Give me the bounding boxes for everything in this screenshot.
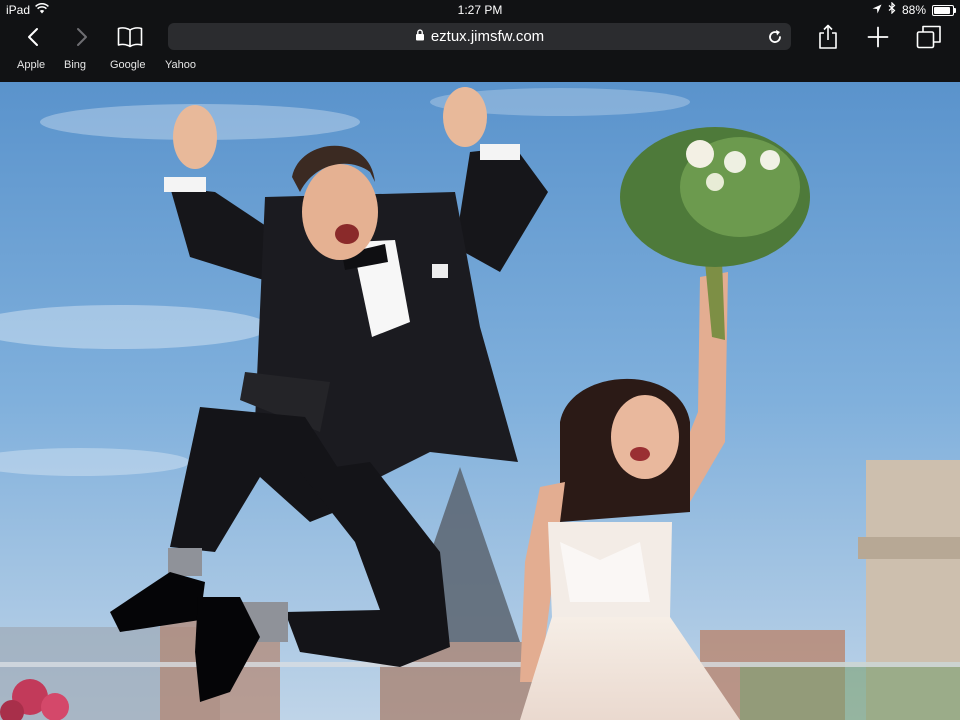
battery-icon <box>932 4 956 16</box>
battery-percent: 88% <box>901 3 926 17</box>
forward-icon[interactable] <box>66 22 98 52</box>
url-text: eztux.jimsfw.com <box>430 28 545 45</box>
back-icon[interactable] <box>17 22 49 52</box>
battery-fill <box>934 6 950 14</box>
status-bar: iPad 1:27 PM 88% <box>0 0 960 20</box>
bluetooth-icon <box>888 0 896 20</box>
share-icon[interactable] <box>812 22 844 52</box>
browser-chrome: iPad 1:27 PM 88% eztux.jimsfw.com Apple … <box>0 0 960 82</box>
location-arrow-icon <box>872 0 882 20</box>
address-bar[interactable]: eztux.jimsfw.com <box>168 23 791 50</box>
bookmark-bing[interactable]: Bing <box>64 59 86 71</box>
bookmark-yahoo[interactable]: Yahoo <box>165 59 196 71</box>
hero-photo <box>0 82 960 720</box>
reload-icon[interactable] <box>765 27 785 47</box>
status-right: 88% <box>872 0 956 20</box>
page-content[interactable] <box>0 82 960 720</box>
browser-toolbar: eztux.jimsfw.com <box>0 20 960 54</box>
bookmark-apple[interactable]: Apple <box>17 59 45 71</box>
status-time: 1:27 PM <box>457 3 503 17</box>
bookmarks-book-icon[interactable] <box>114 22 146 52</box>
new-tab-plus-icon[interactable] <box>862 22 894 52</box>
tabs-icon[interactable] <box>913 22 945 52</box>
bookmark-google[interactable]: Google <box>110 59 145 71</box>
lock-icon <box>415 28 425 45</box>
